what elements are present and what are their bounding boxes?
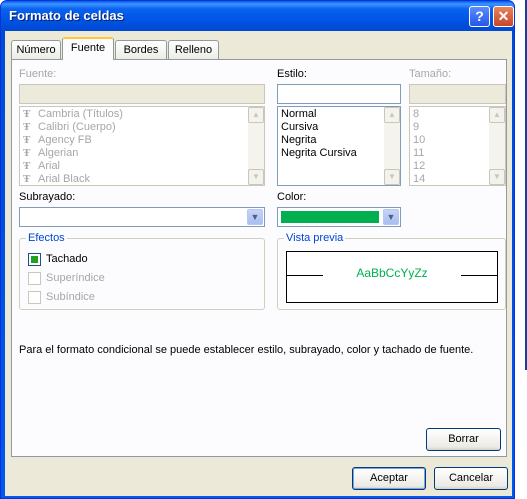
truetype-font-icon: Ŧ xyxy=(23,108,31,120)
underline-label: Subrayado: xyxy=(19,191,76,203)
chevron-down-icon[interactable]: ▼ xyxy=(247,209,263,225)
list-item[interactable]: Ŧ Agency FB xyxy=(20,134,264,147)
font-list-scrollbar[interactable]: ▲ ▼ xyxy=(248,107,264,185)
tab-panel-fuente: Fuente: Ŧ Cambria (Títulos) Ŧ Calibri (Cue… xyxy=(11,59,507,457)
help-button[interactable]: ? xyxy=(469,6,490,27)
color-swatch xyxy=(281,211,379,223)
superscript-checkbox[interactable] xyxy=(28,272,41,285)
close-button[interactable]: ✕ xyxy=(493,6,514,27)
style-list[interactable]: Normal Cursiva Negrita Negrita Cursiva ▲… xyxy=(277,106,401,186)
dialog-client: Número Fuente Bordes Relleno Fuente: Ŧ Ca… xyxy=(5,31,512,496)
preview-sample: AaBbCcYyZz xyxy=(356,266,428,280)
font-input[interactable] xyxy=(19,84,265,104)
truetype-font-icon: Ŧ xyxy=(23,147,31,159)
strikethrough-label[interactable]: Tachado xyxy=(46,253,88,265)
clear-button[interactable]: Borrar xyxy=(426,428,501,451)
size-list[interactable]: 8 9 10 11 12 14 ▲ ▼ xyxy=(409,106,506,186)
preview-title: Vista previa xyxy=(284,232,346,244)
tab-relleno[interactable]: Relleno xyxy=(168,40,219,60)
effects-group: Efectos Tachado Superíndice Subíndice xyxy=(19,232,265,310)
scroll-up-icon[interactable]: ▲ xyxy=(248,107,264,123)
title-bar[interactable]: Formato de celdas ? ✕ xyxy=(1,1,516,31)
check-mark-icon xyxy=(31,256,38,263)
cancel-button[interactable]: Cancelar xyxy=(434,467,508,490)
list-item[interactable]: Negrita Cursiva xyxy=(278,147,400,160)
tab-bordes[interactable]: Bordes xyxy=(115,40,167,60)
list-item[interactable]: Normal xyxy=(278,108,400,121)
scroll-up-icon[interactable]: ▲ xyxy=(384,107,400,123)
scroll-down-icon[interactable]: ▼ xyxy=(248,169,264,185)
size-label: Tamaño: xyxy=(409,68,452,80)
size-input[interactable] xyxy=(409,84,506,104)
style-list-scrollbar[interactable]: ▲ ▼ xyxy=(384,107,400,185)
tab-numero[interactable]: Número xyxy=(11,40,61,60)
preview-group: Vista previa AaBbCcYyZz xyxy=(277,232,506,310)
list-item[interactable]: Negrita xyxy=(278,134,400,147)
truetype-font-icon: Ŧ xyxy=(23,121,31,133)
background-window-edge xyxy=(515,0,527,370)
font-list[interactable]: Ŧ Cambria (Títulos) Ŧ Calibri (Cuerpo) Ŧ Ag… xyxy=(19,106,265,186)
list-item[interactable]: Cursiva xyxy=(278,121,400,134)
window-title: Formato de celdas xyxy=(9,8,124,23)
color-picker[interactable]: ▼ xyxy=(277,207,401,227)
scroll-down-icon[interactable]: ▼ xyxy=(384,169,400,185)
effects-title: Efectos xyxy=(26,232,67,244)
style-label: Estilo: xyxy=(277,68,307,80)
style-input[interactable] xyxy=(277,84,401,104)
list-item[interactable]: Ŧ Calibri (Cuerpo) xyxy=(20,121,264,134)
list-item[interactable]: Ŧ Arial Black xyxy=(20,173,264,185)
truetype-font-icon: Ŧ xyxy=(23,134,31,146)
underline-select[interactable]: ▼ xyxy=(19,207,265,227)
scroll-down-icon[interactable]: ▼ xyxy=(489,169,505,185)
font-label: Fuente: xyxy=(19,68,57,80)
strikethrough-checkbox[interactable] xyxy=(28,253,41,266)
preview-box: AaBbCcYyZz xyxy=(286,251,498,303)
ok-button[interactable]: Aceptar xyxy=(352,467,426,490)
subscript-label[interactable]: Subíndice xyxy=(46,291,95,303)
truetype-font-icon: Ŧ xyxy=(23,173,31,185)
info-text: Para el formato condicional se puede est… xyxy=(19,344,474,356)
list-item[interactable]: Ŧ Arial xyxy=(20,160,264,173)
tab-fuente[interactable]: Fuente xyxy=(62,37,114,60)
superscript-label[interactable]: Superíndice xyxy=(46,272,105,284)
truetype-font-icon: Ŧ xyxy=(23,160,31,172)
size-list-scrollbar[interactable]: ▲ ▼ xyxy=(489,107,505,185)
color-label: Color: xyxy=(277,191,307,203)
scroll-up-icon[interactable]: ▲ xyxy=(489,107,505,123)
dialog-window: Formato de celdas ? ✕ Número Fuente Bord… xyxy=(0,0,515,499)
list-item[interactable]: Ŧ Algerian xyxy=(20,147,264,160)
subscript-checkbox[interactable] xyxy=(28,291,41,304)
list-item[interactable]: Ŧ Cambria (Títulos) xyxy=(20,108,264,121)
chevron-down-icon[interactable]: ▼ xyxy=(383,209,399,225)
preview-baseline xyxy=(461,275,497,276)
